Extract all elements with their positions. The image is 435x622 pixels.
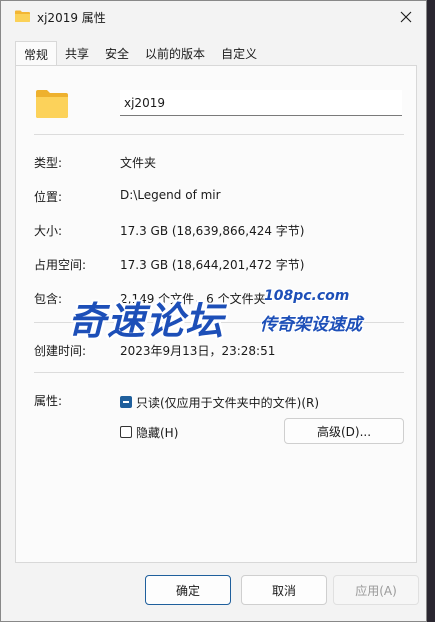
tab-sharing[interactable]: 共享 xyxy=(57,41,97,65)
type-value: 文件夹 xyxy=(120,156,157,170)
created-label: 创建时间: xyxy=(34,344,87,358)
window-title: xj2019 属性 xyxy=(37,11,106,25)
separator xyxy=(34,134,404,135)
dialog-footer: 确定 取消 应用(A) xyxy=(1,563,426,621)
folder-icon xyxy=(36,90,68,118)
location-label: 位置: xyxy=(34,190,63,204)
type-label: 类型: xyxy=(34,156,63,170)
folder-icon xyxy=(15,10,30,22)
size-on-disk-label: 占用空间: xyxy=(34,258,87,272)
hidden-checkbox[interactable] xyxy=(120,426,132,438)
readonly-checkbox[interactable] xyxy=(120,396,132,408)
hidden-label[interactable]: 隐藏(H) xyxy=(136,424,178,441)
size-label: 大小: xyxy=(34,224,63,238)
tab-general[interactable]: 常规 xyxy=(15,41,58,66)
tab-previous-versions[interactable]: 以前的版本 xyxy=(137,41,213,65)
close-icon xyxy=(400,11,412,23)
separator xyxy=(34,322,404,323)
properties-dialog: xj2019 属性 常规 共享 安全 以前的版本 自定义 类型: 文件夹 位置:… xyxy=(0,0,427,622)
tab-security[interactable]: 安全 xyxy=(97,41,137,65)
tab-customize[interactable]: 自定义 xyxy=(213,41,265,65)
separator xyxy=(34,372,404,373)
apply-button[interactable]: 应用(A) xyxy=(333,575,419,605)
title-bar[interactable]: xj2019 属性 xyxy=(1,1,426,33)
size-value: 17.3 GB (18,639,866,424 字节) xyxy=(120,224,305,238)
tab-strip: 常规 共享 安全 以前的版本 自定义 xyxy=(15,41,265,66)
folder-name-input[interactable] xyxy=(120,90,402,116)
size-on-disk-value: 17.3 GB (18,644,201,472 字节) xyxy=(120,258,305,272)
attributes-label: 属性: xyxy=(34,394,63,408)
cancel-button[interactable]: 取消 xyxy=(241,575,327,605)
location-value: D:\Legend of mir xyxy=(120,188,221,202)
ok-button[interactable]: 确定 xyxy=(145,575,231,605)
readonly-label[interactable]: 只读(仅应用于文件夹中的文件)(R) xyxy=(136,394,319,411)
contains-value: 2,149 个文件，6 个文件夹 xyxy=(120,292,266,306)
close-button[interactable] xyxy=(394,5,418,29)
general-panel: 类型: 文件夹 位置: D:\Legend of mir 大小: 17.3 GB… xyxy=(15,65,417,563)
contains-label: 包含: xyxy=(34,292,63,306)
advanced-button[interactable]: 高级(D)... xyxy=(284,418,404,444)
desktop-background xyxy=(427,0,435,622)
created-value: 2023年9月13日，23:28:51 xyxy=(120,344,276,358)
